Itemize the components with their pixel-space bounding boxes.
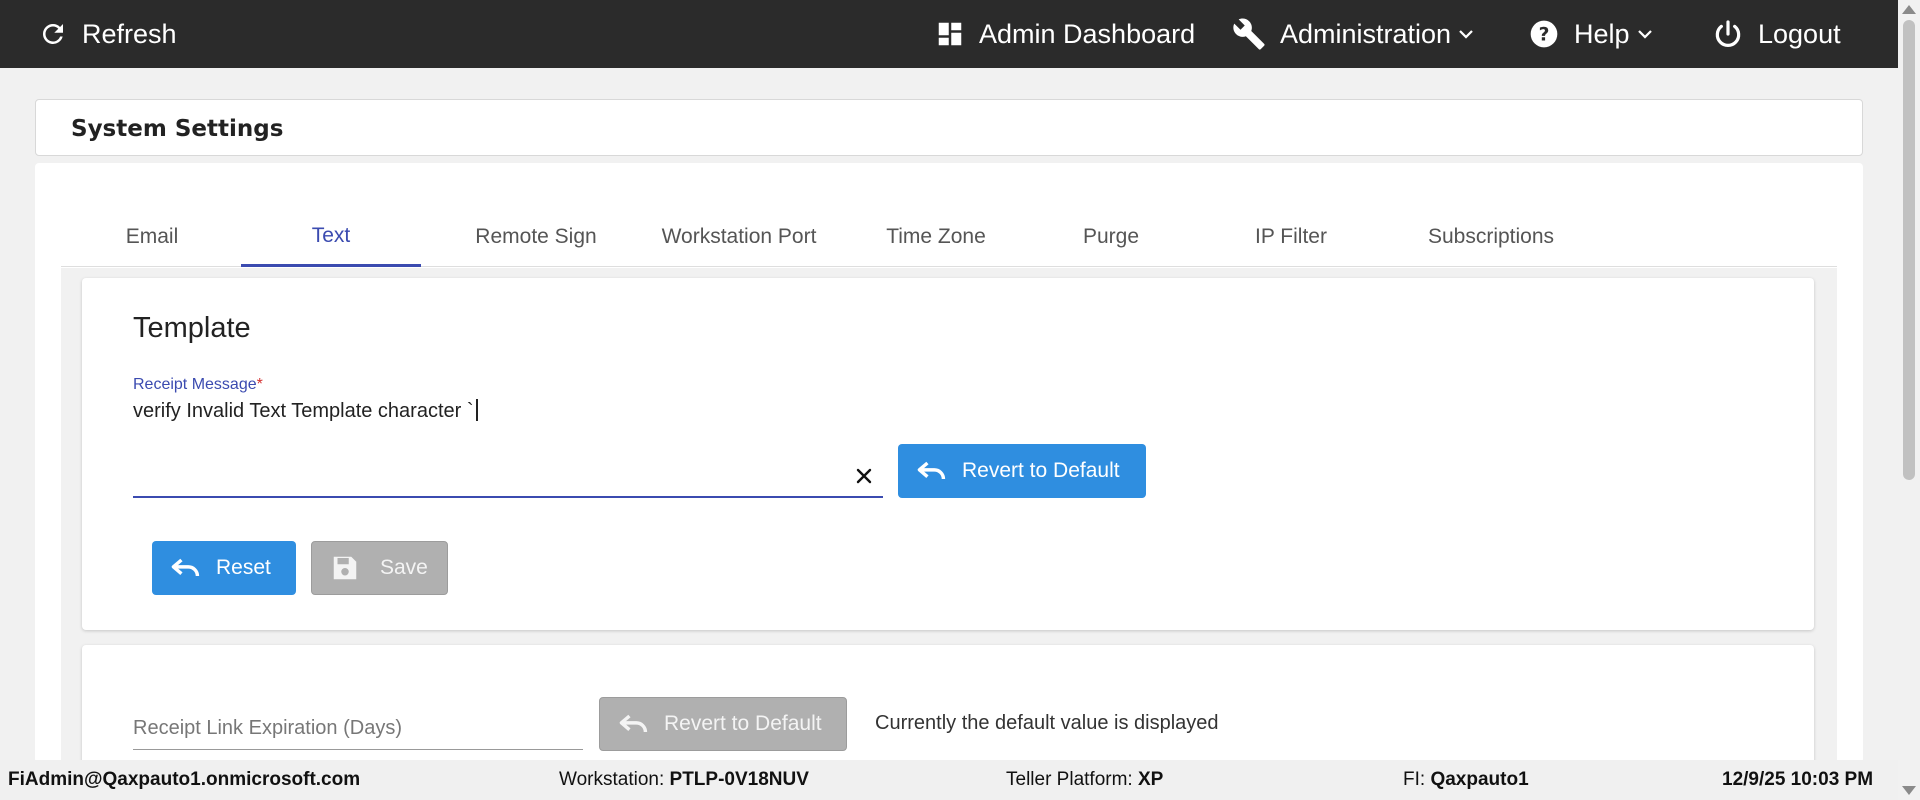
administration-menu[interactable]: Administration (1232, 0, 1475, 68)
wrench-icon (1232, 17, 1266, 51)
footer-fi: FI: Qaxpauto1 (1403, 760, 1529, 800)
teller-platform-label: Teller Platform: (1006, 769, 1133, 790)
scrollbar-thumb[interactable] (1903, 20, 1915, 480)
undo-icon (170, 555, 202, 581)
tab-workstation-port[interactable]: Workstation Port (639, 207, 839, 267)
help-label: Help (1574, 18, 1630, 49)
tab-remote-sign[interactable]: Remote Sign (451, 207, 621, 267)
footer-workstation: Workstation: PTLP-0V18NUV (559, 760, 809, 800)
tab-time-zone[interactable]: Time Zone (861, 207, 1011, 267)
reset-label: Reset (216, 556, 271, 579)
save-button[interactable]: Save (311, 541, 448, 595)
receipt-link-expiration-underline (133, 749, 583, 750)
tab-purge[interactable]: Purge (1056, 207, 1166, 267)
text-caret (475, 399, 478, 421)
tab-ip-filter[interactable]: IP Filter (1226, 207, 1356, 267)
top-nav-bar: Refresh Admin Dashboard Administration ?… (0, 0, 1898, 68)
save-icon (330, 553, 360, 583)
chevron-down-icon (1636, 25, 1654, 43)
revert-to-default-button[interactable]: Revert to Default (898, 444, 1146, 498)
revert-to-default-label: Revert to Default (962, 459, 1120, 482)
tab-email[interactable]: Email (97, 207, 207, 267)
reset-button[interactable]: Reset (152, 541, 296, 595)
expiration-revert-to-default-button[interactable]: Revert to Default (599, 697, 847, 751)
administration-label: Administration (1280, 18, 1452, 49)
settings-tabs: Email Text Remote Sign Workstation Port … (61, 207, 1837, 267)
save-label: Save (380, 556, 428, 579)
page-title: System Settings (71, 116, 284, 142)
svg-text:?: ? (1539, 25, 1550, 46)
status-footer: FiAdmin@Qaxpauto1.onmicrosoft.com Workst… (0, 760, 1898, 800)
receipt-link-expiration-input[interactable]: Receipt Link Expiration (Days) (133, 717, 402, 740)
receipt-message-value: verify Invalid Text Template character ` (133, 400, 474, 422)
workstation-label: Workstation: (559, 769, 665, 790)
logout-label: Logout (1758, 18, 1841, 49)
default-value-note: Currently the default value is displayed (875, 712, 1219, 734)
tab-subscriptions[interactable]: Subscriptions (1401, 207, 1581, 267)
workstation-value: PTLP-0V18NUV (669, 769, 809, 790)
refresh-button[interactable]: Refresh (38, 0, 177, 68)
help-circle-icon: ? (1528, 18, 1560, 50)
chevron-down-icon (1457, 25, 1475, 43)
admin-dashboard-label: Admin Dashboard (979, 18, 1196, 49)
footer-datetime: 12/9/25 10:03 PM (1722, 769, 1874, 790)
dashboard-icon (935, 19, 965, 49)
fi-value: Qaxpauto1 (1430, 769, 1529, 790)
fi-label: FI: (1403, 769, 1426, 790)
template-card: Template Receipt Message* verify Invalid… (82, 278, 1814, 630)
undo-icon (916, 458, 948, 484)
required-mark: * (256, 376, 263, 393)
scroll-up-arrow-icon[interactable] (1902, 5, 1916, 14)
receipt-message-field[interactable]: verify Invalid Text Template character ` (133, 399, 478, 423)
footer-teller-platform: Teller Platform: XP (1006, 760, 1163, 800)
page-scrollbar[interactable] (1898, 0, 1920, 800)
power-icon (1712, 18, 1744, 50)
close-icon[interactable] (852, 464, 876, 488)
logout-button[interactable]: Logout (1712, 0, 1841, 68)
refresh-icon (38, 19, 68, 49)
footer-user: FiAdmin@Qaxpauto1.onmicrosoft.com (8, 769, 361, 790)
help-menu[interactable]: ? Help (1528, 0, 1654, 68)
scroll-down-arrow-icon[interactable] (1902, 786, 1916, 795)
receipt-message-label-text: Receipt Message (133, 376, 257, 393)
template-title: Template (133, 312, 251, 344)
tab-text[interactable]: Text (241, 207, 421, 267)
teller-platform-value: XP (1137, 769, 1164, 790)
settings-header-card: System Settings (35, 99, 1863, 156)
receipt-message-label: Receipt Message* (133, 376, 263, 394)
admin-dashboard-link[interactable]: Admin Dashboard (935, 0, 1195, 68)
expiration-revert-label: Revert to Default (664, 712, 822, 735)
receipt-message-underline (133, 496, 883, 498)
refresh-label: Refresh (82, 18, 177, 49)
undo-icon (618, 711, 650, 737)
